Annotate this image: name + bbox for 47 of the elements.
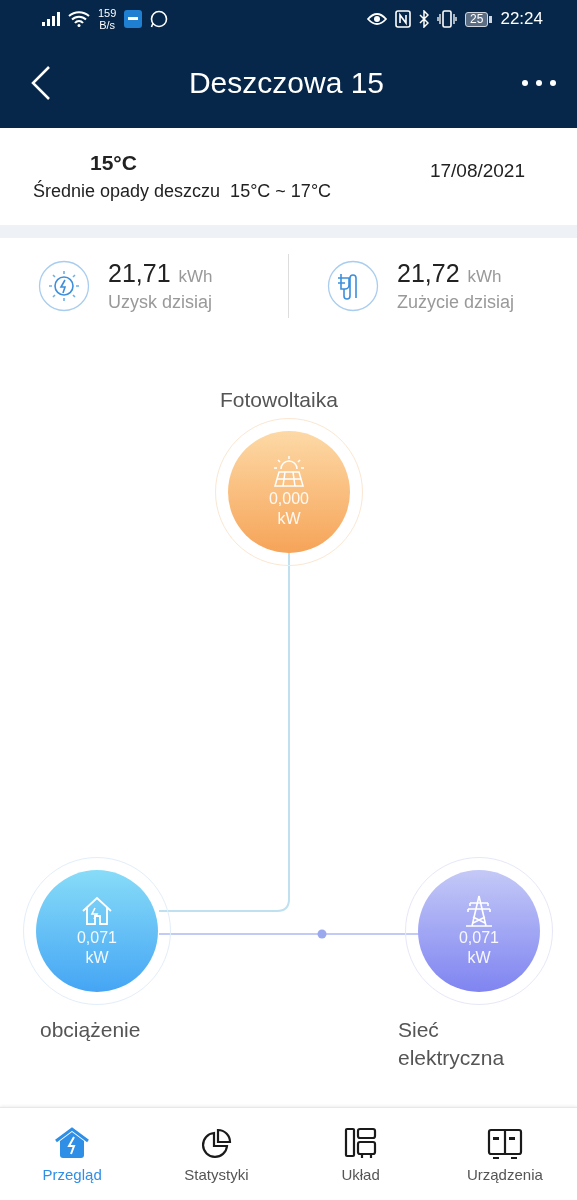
- eye-icon: [367, 12, 388, 26]
- power-unit: kW: [85, 949, 109, 966]
- flow-dot: [317, 929, 327, 939]
- nfc-icon: [395, 10, 412, 28]
- battery-level: 25: [465, 11, 489, 27]
- home-bolt-icon: [54, 1125, 91, 1160]
- node-label: Fotowoltaika: [220, 387, 339, 413]
- power-value: 0,071: [458, 929, 499, 946]
- signal-icon: [42, 12, 60, 26]
- more-icon[interactable]: [521, 78, 557, 88]
- nav-tab[interactable]: Przegląd: [0, 1125, 145, 1183]
- nav-tab[interactable]: Układ: [288, 1125, 433, 1183]
- page-title: Deszczowa 15: [187, 66, 386, 100]
- node-label: obciążenie: [40, 1017, 142, 1043]
- node-label: Sieć elektryczna: [398, 1017, 506, 1071]
- temperature: 15°C: [89, 151, 138, 175]
- wifi-icon: [68, 11, 90, 27]
- power-value: 0,071: [76, 929, 117, 946]
- power-node[interactable]: 0,071 kW: [36, 870, 158, 992]
- vibrate-icon: [437, 10, 458, 28]
- nav-tab[interactable]: Urządzenia: [432, 1125, 577, 1183]
- energy-label: Uzysk dzisiaj: [108, 291, 213, 313]
- energy-unit: kWh: [467, 266, 502, 286]
- energy-label: Zużycie dzisiaj: [397, 291, 515, 313]
- power-node[interactable]: 0,071 kW: [418, 870, 540, 992]
- battery-tip-icon: [489, 15, 493, 23]
- speed-unit: B/s: [99, 19, 116, 31]
- solar-panel-icon: [272, 455, 306, 489]
- house-bolt-icon: [80, 894, 114, 928]
- date: 17/08/2021: [429, 159, 525, 182]
- plug-icon: [327, 259, 379, 312]
- power-value: 0,000: [268, 490, 309, 507]
- back-icon[interactable]: [30, 65, 52, 101]
- weather-description: Średnie opady deszczu 15°C ~ 17°C: [33, 181, 333, 202]
- network-speed: 159: [98, 7, 117, 19]
- chat-icon: [150, 10, 169, 28]
- nav-tab[interactable]: Statystyki: [144, 1125, 289, 1183]
- layout-icon: [342, 1125, 379, 1160]
- app-icon: [124, 10, 143, 28]
- bluetooth-icon: [419, 10, 430, 28]
- clock: 22:24: [500, 9, 543, 29]
- energy-value: 21,72: [397, 258, 460, 287]
- sun-bolt-icon: [38, 259, 90, 312]
- power-unit: kW: [467, 949, 491, 966]
- energy-value: 21,71: [108, 258, 171, 287]
- power-unit: kW: [277, 510, 301, 527]
- energy-unit: kWh: [178, 266, 213, 286]
